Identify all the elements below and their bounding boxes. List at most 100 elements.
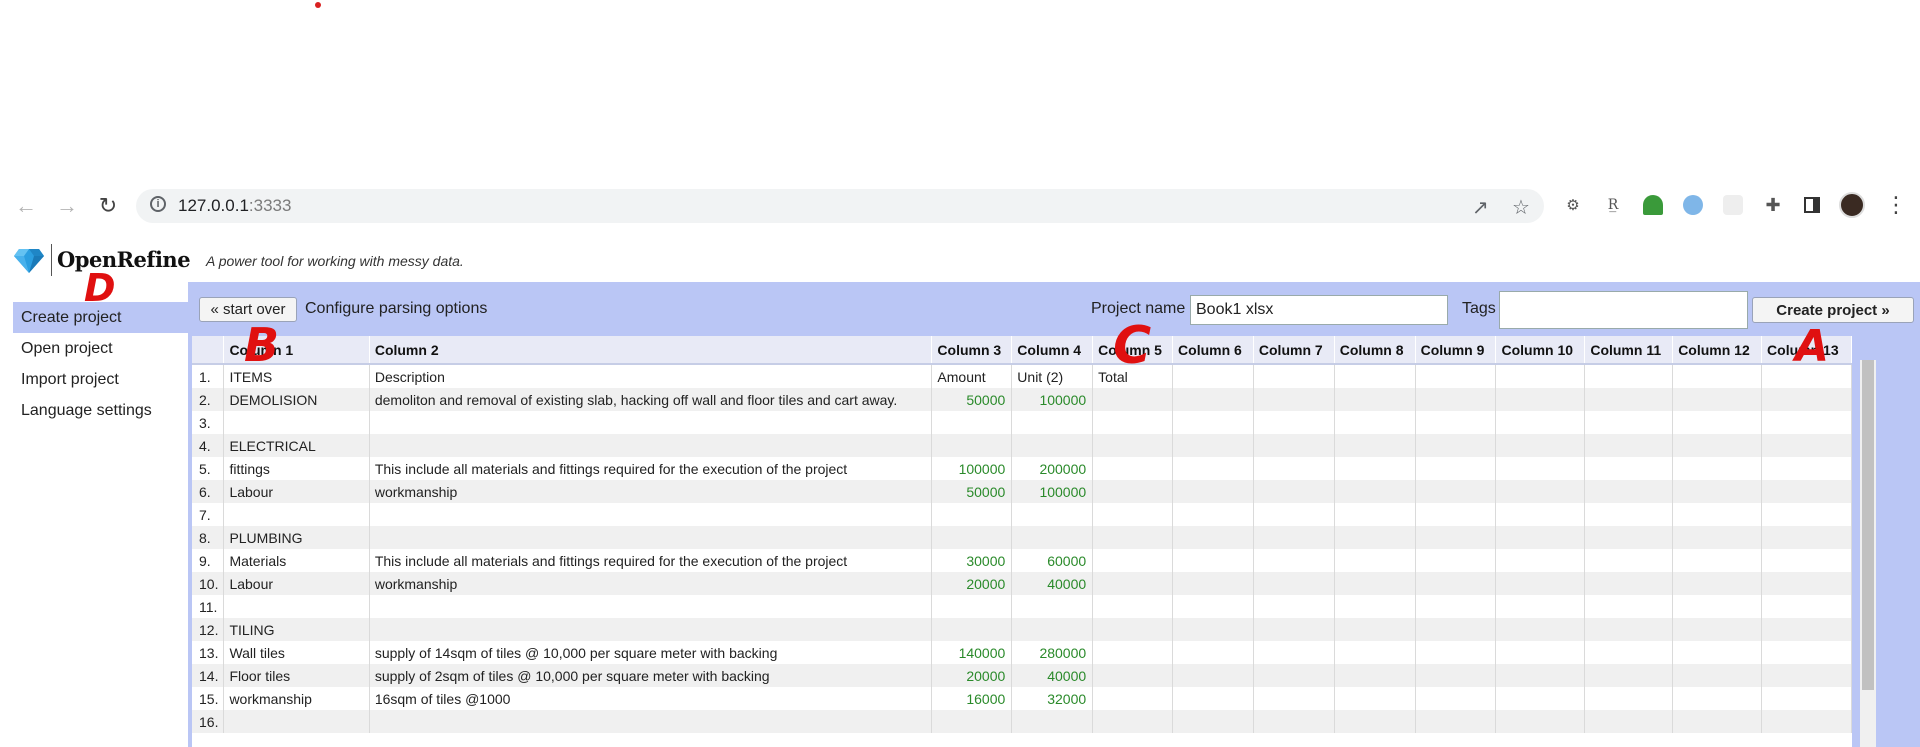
address-bar[interactable]: i 127.0.0.1:3333 ↗ ☆	[136, 189, 1544, 223]
table-cell	[1584, 641, 1674, 664]
table-cell	[1495, 434, 1586, 457]
table-cell	[1334, 687, 1416, 710]
table-cell	[369, 503, 933, 526]
table-cell	[1672, 457, 1763, 480]
table-cell	[1761, 364, 1852, 388]
address-url[interactable]: 127.0.0.1:3333	[178, 196, 291, 216]
table-cell	[1172, 364, 1254, 388]
column-header[interactable]: Column 5	[1092, 336, 1174, 365]
table-cell: 100000	[1011, 388, 1094, 411]
reload-icon[interactable]: ↻	[90, 188, 126, 224]
table-cell	[1172, 480, 1254, 503]
table-cell	[1092, 503, 1174, 526]
table-cell	[1672, 434, 1763, 457]
column-header[interactable]: Column 9	[1415, 336, 1497, 365]
table-cell	[1672, 526, 1763, 549]
table-cell	[1092, 411, 1174, 434]
header-row: Column 1 Column 2 Column 3 Column 4 Colu…	[192, 336, 1852, 365]
table-cell	[1011, 710, 1094, 733]
table-row: 10. Labour workmanship 20000 40000	[192, 572, 1852, 595]
column-header[interactable]: Column 3	[931, 336, 1013, 365]
row-index-cell: 11.	[192, 595, 225, 618]
table-cell	[931, 595, 1013, 618]
table-cell	[1172, 572, 1254, 595]
vertical-scrollbar[interactable]	[1860, 360, 1876, 747]
column-header[interactable]: Column 1	[223, 336, 370, 365]
table-cell: 16sqm of tiles @1000	[369, 687, 933, 710]
table-cell	[1011, 434, 1094, 457]
table-cell	[1415, 480, 1497, 503]
table-cell	[1761, 526, 1852, 549]
nav-import-project[interactable]: Import project	[13, 364, 188, 395]
browser-menu-icon[interactable]: ⋮	[1885, 192, 1907, 218]
column-header[interactable]: Column 13	[1761, 336, 1852, 365]
column-header[interactable]: Column 8	[1334, 336, 1416, 365]
table-cell	[1415, 687, 1497, 710]
puzzle-extensions-icon[interactable]: ✚	[1760, 192, 1786, 218]
column-header[interactable]: Column 6	[1172, 336, 1254, 365]
scrollbar-thumb[interactable]	[1862, 360, 1874, 690]
table-cell	[1415, 618, 1497, 641]
table-cell	[1584, 664, 1674, 687]
table-cell	[1334, 503, 1416, 526]
table-cell	[223, 411, 370, 434]
table-cell	[1253, 664, 1335, 687]
column-header[interactable]: Column 2	[369, 336, 933, 365]
reference-extension-icon[interactable]: R̲	[1600, 192, 1626, 218]
nav-create-project[interactable]: Create project	[13, 302, 188, 333]
table-cell	[931, 503, 1013, 526]
table-cell	[1495, 457, 1586, 480]
nav-open-project[interactable]: Open project	[13, 333, 188, 364]
table-cell	[1584, 687, 1674, 710]
table-row: 12. TILING	[192, 618, 1852, 641]
start-over-button[interactable]: « start over	[199, 297, 297, 322]
column-header[interactable]: Column 4	[1011, 336, 1094, 365]
table-cell	[1672, 687, 1763, 710]
table-cell: Description	[369, 364, 933, 388]
globe-extension-icon[interactable]	[1680, 192, 1706, 218]
column-header[interactable]: Column 7	[1253, 336, 1335, 365]
table-cell	[1672, 480, 1763, 503]
profile-avatar[interactable]	[1839, 192, 1865, 218]
table-cell	[1584, 434, 1674, 457]
table-cell	[931, 411, 1013, 434]
table-cell	[1253, 641, 1335, 664]
tags-input[interactable]	[1499, 291, 1748, 329]
parsing-options-bar: « start over Configure parsing options P…	[188, 282, 1920, 336]
table-cell	[1092, 618, 1174, 641]
table-cell: 100000	[1011, 480, 1094, 503]
table-cell	[1253, 549, 1335, 572]
table-cell	[1334, 595, 1416, 618]
tree-html-extension-icon[interactable]	[1640, 192, 1666, 218]
row-index-header	[192, 336, 225, 365]
site-info-icon[interactable]: i	[150, 196, 166, 212]
back-arrow-icon[interactable]: ←	[8, 188, 44, 224]
table-cell	[1334, 457, 1416, 480]
side-panel-icon[interactable]	[1799, 192, 1825, 218]
preview-grid: Column 1 Column 2 Column 3 Column 4 Colu…	[192, 336, 1852, 747]
share-icon[interactable]: ↗	[1472, 195, 1489, 220]
table-cell	[1584, 618, 1674, 641]
forward-arrow-icon[interactable]: →	[49, 188, 85, 224]
table-cell: This include all materials and fittings …	[369, 457, 933, 480]
table-cell	[1761, 411, 1852, 434]
bookmark-star-icon[interactable]: ☆	[1512, 195, 1530, 220]
column-header[interactable]: Column 11	[1584, 336, 1674, 365]
create-project-button[interactable]: Create project »	[1752, 297, 1914, 323]
table-cell	[1092, 710, 1174, 733]
blank-extension-icon[interactable]	[1720, 192, 1746, 218]
bug-extension-icon[interactable]: ⚙	[1560, 192, 1586, 218]
table-cell: Total	[1092, 364, 1174, 388]
nav-language-settings[interactable]: Language settings	[13, 395, 188, 426]
column-header[interactable]: Column 10	[1495, 336, 1586, 365]
table-cell	[1011, 526, 1094, 549]
table-cell: DEMOLISION	[223, 388, 370, 411]
table-cell	[931, 434, 1013, 457]
column-header[interactable]: Column 12	[1672, 336, 1763, 365]
table-cell: ITEMS	[223, 364, 370, 388]
table-cell: 280000	[1011, 641, 1094, 664]
table-cell	[1584, 710, 1674, 733]
project-name-input[interactable]: Book1 xlsx	[1190, 295, 1448, 325]
table-cell	[1092, 457, 1174, 480]
app-logo[interactable]: OpenRefine	[57, 247, 191, 272]
